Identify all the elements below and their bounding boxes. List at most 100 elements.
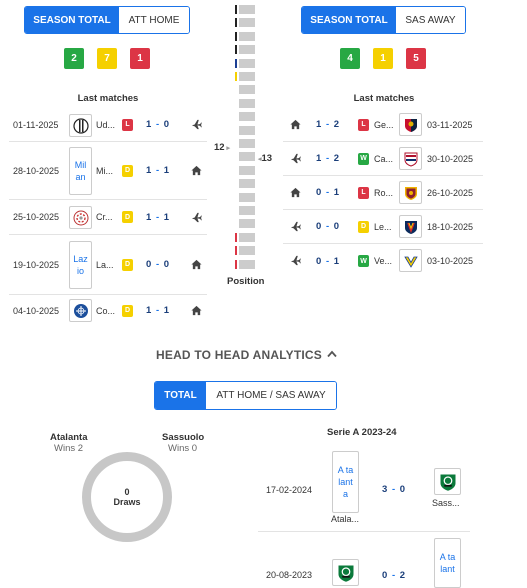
home-tab-season-total[interactable]: SEASON TOTAL <box>25 7 119 33</box>
house-icon <box>191 165 202 178</box>
away-match-row[interactable]: 1 - 2 L Ge... 03-11-2025 <box>283 108 483 142</box>
h2h-tab-att-home-sas-away[interactable]: ATT HOME / SAS AWAY <box>206 382 336 409</box>
h2h-away-name: Sassuolo <box>162 432 205 443</box>
h2h-season-title: Serie A 2023-24 <box>327 427 397 438</box>
plane-icon <box>191 119 202 132</box>
away-position-marker: ◂13 <box>258 153 273 164</box>
house-icon <box>191 305 202 318</box>
h2h-header[interactable]: HEAD TO HEAD ANALYTICS <box>156 348 337 362</box>
position-bar <box>239 58 255 68</box>
plane-icon <box>290 221 301 234</box>
genoa-logo <box>399 113 422 136</box>
match-date: 20-08-2023 <box>266 570 313 580</box>
cremonese-logo <box>69 206 92 229</box>
udinese-logo <box>69 114 92 137</box>
match-score: 0 - 1 <box>316 187 341 198</box>
match-score: 1 - 2 <box>316 153 341 164</box>
match-score: 0 - 0 <box>316 221 341 232</box>
position-bar <box>239 139 255 148</box>
result-badge-win: W <box>358 152 369 165</box>
h2h-match-row[interactable]: 20-08-2023 0 - 2 A ta lant <box>258 532 470 588</box>
position-bar <box>239 165 255 175</box>
home-tab-group: SEASON TOTAL ATT HOME <box>24 6 190 34</box>
position-bar <box>239 18 255 28</box>
position-bar <box>239 72 255 81</box>
match-date: 17-02-2024 <box>266 484 313 495</box>
away-match-row[interactable]: 0 - 1 W Ve... 03-10-2025 <box>283 244 483 278</box>
position-bar <box>239 152 255 162</box>
match-team: Mi... <box>96 165 113 176</box>
match-score: 1 - 0 <box>146 119 171 130</box>
match-date: 18-10-2025 <box>427 221 474 232</box>
position-label: Position <box>227 276 265 287</box>
match-team: Ro... <box>374 187 394 198</box>
house-icon <box>191 259 202 272</box>
away-tab-season-total[interactable]: SEASON TOTAL <box>302 7 396 33</box>
match-score: 3 - 0 <box>382 484 407 495</box>
match-home-team: Atala... <box>331 514 360 524</box>
result-badge-draw: D <box>122 258 133 271</box>
position-bar <box>239 98 255 108</box>
match-team: Le... <box>374 221 392 232</box>
position-strip <box>233 5 259 273</box>
match-date: 25-10-2025 <box>13 212 60 222</box>
como-logo <box>69 299 92 322</box>
h2h-tab-group: TOTAL ATT HOME / SAS AWAY <box>154 381 337 410</box>
position-zone-mark <box>235 5 237 14</box>
position-bar <box>239 219 255 229</box>
h2h-title: HEAD TO HEAD ANALYTICS <box>156 348 322 362</box>
position-bar <box>239 112 255 122</box>
match-away-team: Sass... <box>432 498 460 508</box>
away-match-row[interactable]: 0 - 0 D Le... 18-10-2025 <box>283 210 483 244</box>
match-date: 01-11-2025 <box>13 119 59 130</box>
position-bar <box>239 5 255 14</box>
cagliari-logo <box>399 147 422 170</box>
home-draws-badge: 7 <box>97 48 117 69</box>
roma-logo <box>399 181 422 204</box>
home-match-row[interactable]: 04-10-2025 Co... D 1 - 1 <box>9 295 207 326</box>
home-match-row[interactable]: 19-10-2025 Laz io La... D 0 - 0 <box>9 235 207 295</box>
match-date: 03-11-2025 <box>427 119 473 130</box>
position-bar <box>239 45 255 55</box>
h2h-draws-count: 0 <box>124 487 130 497</box>
match-score: 0 - 1 <box>316 255 341 267</box>
atalanta-logo: A ta lant a <box>332 451 359 513</box>
h2h-draws-donut: 0 Draws <box>82 452 172 542</box>
away-tab-sas-away[interactable]: SAS AWAY <box>396 7 465 33</box>
home-tab-att-home[interactable]: ATT HOME <box>119 7 189 33</box>
home-match-row[interactable]: 25-10-2025 Cr... D 1 - 1 <box>9 200 207 235</box>
result-badge-draw: D <box>122 211 133 223</box>
match-date: 28-10-2025 <box>13 165 60 176</box>
match-score: 1 - 1 <box>146 165 171 176</box>
home-match-row[interactable]: 01-11-2025 Ud... L 1 - 0 <box>9 108 207 142</box>
match-date: 19-10-2025 <box>13 259 60 270</box>
position-bar <box>239 232 255 242</box>
plane-icon <box>290 255 301 268</box>
h2h-match-row[interactable]: 17-02-2024 A ta lant a Atala... 3 - 0 Sa… <box>258 448 470 532</box>
atalanta-logo: A ta lant <box>434 538 461 588</box>
match-score: 1 - 2 <box>316 119 341 130</box>
away-position-value: 13 <box>261 153 273 164</box>
h2h-tab-total[interactable]: TOTAL <box>155 382 206 409</box>
match-date: 30-10-2025 <box>427 153 474 164</box>
verona-logo <box>399 249 422 272</box>
home-position-marker: 12 ▸ <box>214 142 231 153</box>
away-match-row[interactable]: 0 - 1 L Ro... 26-10-2025 <box>283 176 483 210</box>
result-badge-loss: L <box>358 186 369 199</box>
sassuolo-logo <box>332 559 359 586</box>
away-draws-badge: 1 <box>373 48 393 69</box>
position-bar <box>239 125 255 135</box>
position-zone-mark <box>235 18 237 28</box>
home-match-row[interactable]: 28-10-2025 Mil an Mi... D 1 - 1 <box>9 142 207 200</box>
away-last-matches-title: Last matches <box>353 93 415 104</box>
away-match-row[interactable]: 1 - 2 W Ca... 30-10-2025 <box>283 142 483 176</box>
result-badge-loss: L <box>122 118 133 131</box>
position-bar <box>239 246 255 256</box>
home-wins-badge: 2 <box>64 48 84 69</box>
result-badge-draw: D <box>358 220 369 233</box>
home-losses-badge: 1 <box>130 48 150 69</box>
match-date: 03-10-2025 <box>427 256 474 266</box>
house-icon <box>290 119 301 132</box>
position-bar <box>239 31 255 41</box>
match-team: Ca... <box>374 153 394 164</box>
